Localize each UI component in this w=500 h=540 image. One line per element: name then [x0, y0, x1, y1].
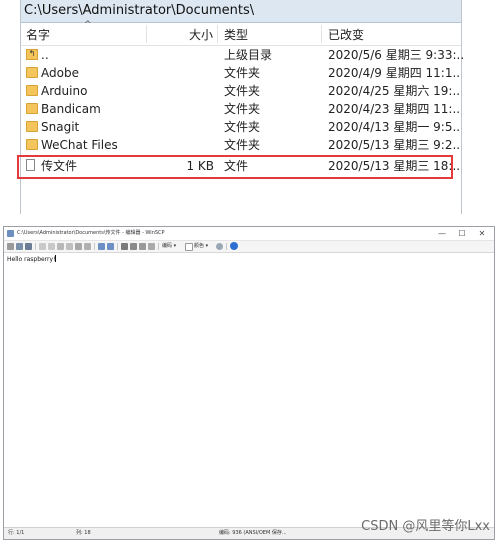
file-type: 文件夹 — [224, 120, 261, 134]
goto-line-icon[interactable] — [148, 243, 155, 250]
status-column: 列: 18 — [76, 530, 91, 536]
file-changed: 2020/4/25 星期六 19:.. — [328, 84, 461, 98]
file-browser-panel: C:\Users\Administrator\Documents\ ^ 名字 大… — [20, 0, 465, 214]
column-type[interactable]: 类型 — [224, 23, 248, 45]
file-type: 文件夹 — [224, 138, 261, 152]
save-as-icon[interactable] — [25, 243, 32, 250]
text-caret — [55, 255, 57, 262]
file-name: Arduino — [41, 84, 88, 98]
close-button[interactable]: ✕ — [472, 227, 492, 240]
folder-icon — [26, 85, 38, 96]
select-all-icon[interactable] — [84, 243, 91, 250]
file-name: Bandicam — [41, 102, 101, 116]
copy-icon[interactable] — [57, 243, 64, 250]
column-divider[interactable] — [217, 25, 218, 43]
file-name: .. — [41, 48, 49, 62]
file-row-wechat-files[interactable]: WeChat Files 文件夹 2020/5/13 星期三 9:2.. — [21, 136, 461, 154]
column-header: ^ 名字 大小 类型 已改变 — [21, 20, 461, 46]
editor-text-area[interactable]: Hello raspberry! — [7, 255, 57, 263]
editor-toolbar: 编码 ▾ 颜色 ▾ — [4, 240, 494, 253]
winscp-app-icon — [7, 230, 14, 237]
encoding-dropdown[interactable]: 编码 ▾ — [162, 241, 176, 252]
color-swatch-icon[interactable] — [185, 243, 193, 251]
toolbar-separator — [94, 243, 95, 250]
settings-icon[interactable] — [216, 243, 223, 250]
file-type: 上级目录 — [224, 48, 273, 62]
help-icon[interactable] — [230, 242, 238, 250]
undo-arrow-icon[interactable] — [98, 243, 105, 250]
column-name[interactable]: 名字 — [26, 23, 50, 45]
parent-directory-icon: ↰ — [26, 49, 38, 60]
editor-title-bar[interactable]: C:\Users\Administrator\Documents\传文件 - 编… — [4, 227, 494, 240]
maximize-button[interactable]: ☐ — [452, 227, 472, 240]
toolbar-separator — [226, 243, 227, 250]
redo-arrow-icon[interactable] — [107, 243, 114, 250]
replace-icon[interactable] — [130, 243, 137, 250]
file-type: 文件夹 — [224, 84, 261, 98]
undo-icon[interactable] — [39, 243, 46, 250]
status-encoding: 编码: 936 (ANSI/OEM 保存... — [219, 530, 287, 536]
save-icon[interactable] — [7, 243, 14, 250]
editor-window: C:\Users\Administrator\Documents\传文件 - 编… — [3, 226, 495, 540]
highlight-annotation-box — [17, 155, 453, 179]
toolbar-separator — [117, 243, 118, 250]
editor-title: C:\Users\Administrator\Documents\传文件 - 编… — [17, 230, 165, 236]
column-size[interactable]: 大小 — [189, 23, 213, 45]
find-next-icon[interactable] — [139, 243, 146, 250]
folder-icon — [26, 139, 38, 150]
file-row-parent[interactable]: ↰ .. 上级目录 2020/5/6 星期三 9:33:.. — [21, 46, 465, 64]
editor-text: Hello raspberry! — [7, 256, 56, 263]
minimize-button[interactable]: — — [432, 227, 452, 240]
color-dropdown[interactable]: 颜色 ▾ — [194, 241, 208, 252]
column-changed[interactable]: 已改变 — [328, 23, 364, 45]
file-row-bandicam[interactable]: Bandicam 文件夹 2020/4/23 星期四 11:.. — [21, 100, 461, 118]
paste-icon[interactable] — [66, 243, 73, 250]
folder-icon — [26, 103, 38, 114]
reload-icon[interactable] — [16, 243, 23, 250]
folder-icon — [26, 121, 38, 132]
file-changed: 2020/5/13 星期三 9:2.. — [328, 138, 461, 152]
status-line: 行: 1/1 — [8, 530, 25, 536]
file-type: 文件夹 — [224, 66, 261, 80]
file-type: 文件夹 — [224, 102, 261, 116]
file-changed: 2020/5/6 星期三 9:33:.. — [328, 48, 465, 62]
file-changed: 2020/4/23 星期四 11:.. — [328, 102, 461, 116]
file-row-snagit[interactable]: Snagit 文件夹 2020/4/13 星期一 9:5.. — [21, 118, 461, 136]
file-row-adobe[interactable]: Adobe 文件夹 2020/4/9 星期四 11:1.. — [21, 64, 461, 82]
column-divider[interactable] — [146, 25, 147, 43]
watermark-text: CSDN @风里等你Lxx — [361, 519, 490, 534]
find-icon[interactable] — [121, 243, 128, 250]
file-name: WeChat Files — [41, 138, 118, 152]
file-changed: 2020/4/9 星期四 11:1.. — [328, 66, 461, 80]
toolbar-separator — [35, 243, 36, 250]
file-name: Adobe — [41, 66, 79, 80]
delete-icon[interactable] — [75, 243, 82, 250]
folder-icon — [26, 67, 38, 78]
column-divider[interactable] — [321, 25, 322, 43]
file-name: Snagit — [41, 120, 80, 134]
file-changed: 2020/4/13 星期一 9:5.. — [328, 120, 461, 134]
file-row-arduino[interactable]: Arduino 文件夹 2020/4/25 星期六 19:.. — [21, 82, 461, 100]
cut-icon[interactable] — [48, 243, 55, 250]
sort-arrow-icon: ^ — [84, 20, 92, 30]
toolbar-separator — [158, 243, 159, 250]
